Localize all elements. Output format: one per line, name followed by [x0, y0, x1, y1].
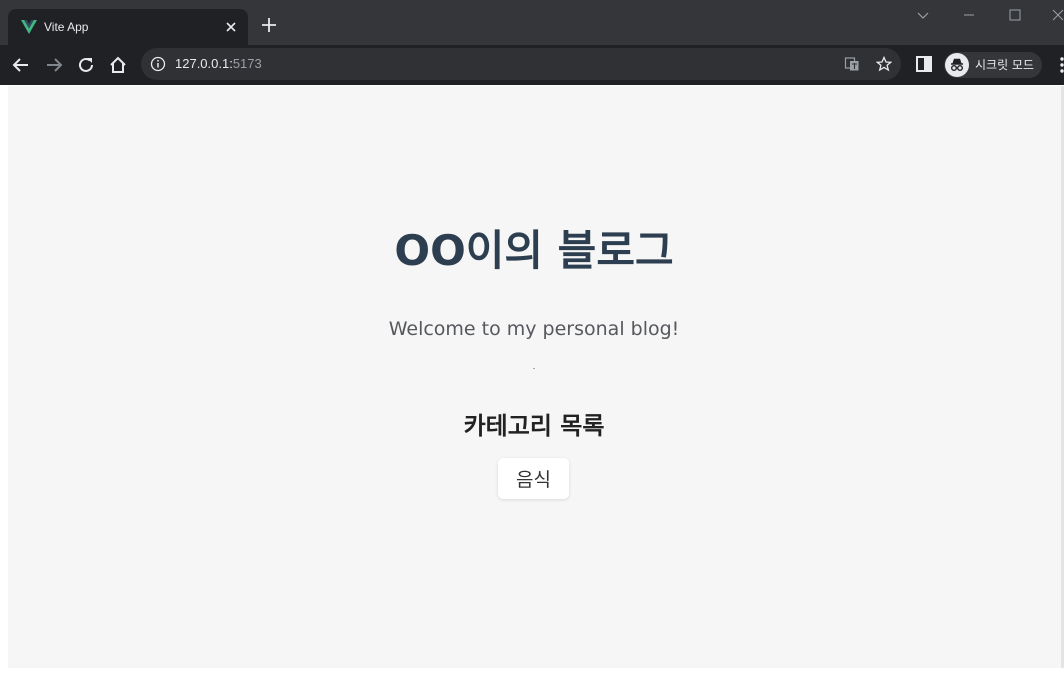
- browser-titlebar: Vite App: [0, 0, 1064, 45]
- url-host: 127.0.0.1:: [175, 56, 233, 71]
- translate-icon[interactable]: [844, 56, 860, 72]
- blog-title: OO이의 블로그: [394, 226, 674, 275]
- back-icon[interactable]: [10, 54, 32, 76]
- browser-tab[interactable]: Vite App: [8, 9, 248, 45]
- forward-icon[interactable]: [43, 54, 65, 76]
- divider-dot: [533, 368, 535, 369]
- browser-toolbar: 127.0.0.1:5173 시크릿 모드: [0, 45, 1064, 85]
- minimize-icon[interactable]: [961, 7, 977, 23]
- vue-logo-icon: [21, 20, 37, 34]
- blog-subtitle: Welcome to my personal blog!: [388, 318, 680, 340]
- tab-search-chevron-icon[interactable]: [915, 7, 931, 23]
- category-button-food[interactable]: 음식: [498, 458, 569, 499]
- maximize-icon[interactable]: [1007, 7, 1023, 23]
- tab-title: Vite App: [44, 20, 89, 34]
- close-tab-icon[interactable]: [222, 18, 240, 36]
- url-port: 5173: [232, 56, 262, 71]
- bookmark-star-icon[interactable]: [876, 56, 892, 72]
- category-heading: 카테고리 목록: [463, 412, 605, 440]
- incognito-label: 시크릿 모드: [975, 58, 1035, 72]
- home-icon[interactable]: [107, 54, 129, 76]
- page-viewport: OO이의 블로그 Welcome to my personal blog! 카테…: [8, 86, 1064, 668]
- close-window-icon[interactable]: [1050, 7, 1064, 23]
- new-tab-icon[interactable]: [260, 16, 278, 34]
- reload-icon[interactable]: [75, 54, 97, 76]
- url-text: 127.0.0.1:5173: [175, 56, 262, 72]
- incognito-icon: [945, 53, 969, 77]
- incognito-indicator[interactable]: 시크릿 모드: [944, 52, 1042, 78]
- more-menu-icon[interactable]: [1054, 54, 1064, 76]
- side-panel-icon[interactable]: [915, 55, 933, 73]
- address-bar[interactable]: 127.0.0.1:5173: [141, 48, 901, 80]
- info-icon[interactable]: [150, 56, 166, 72]
